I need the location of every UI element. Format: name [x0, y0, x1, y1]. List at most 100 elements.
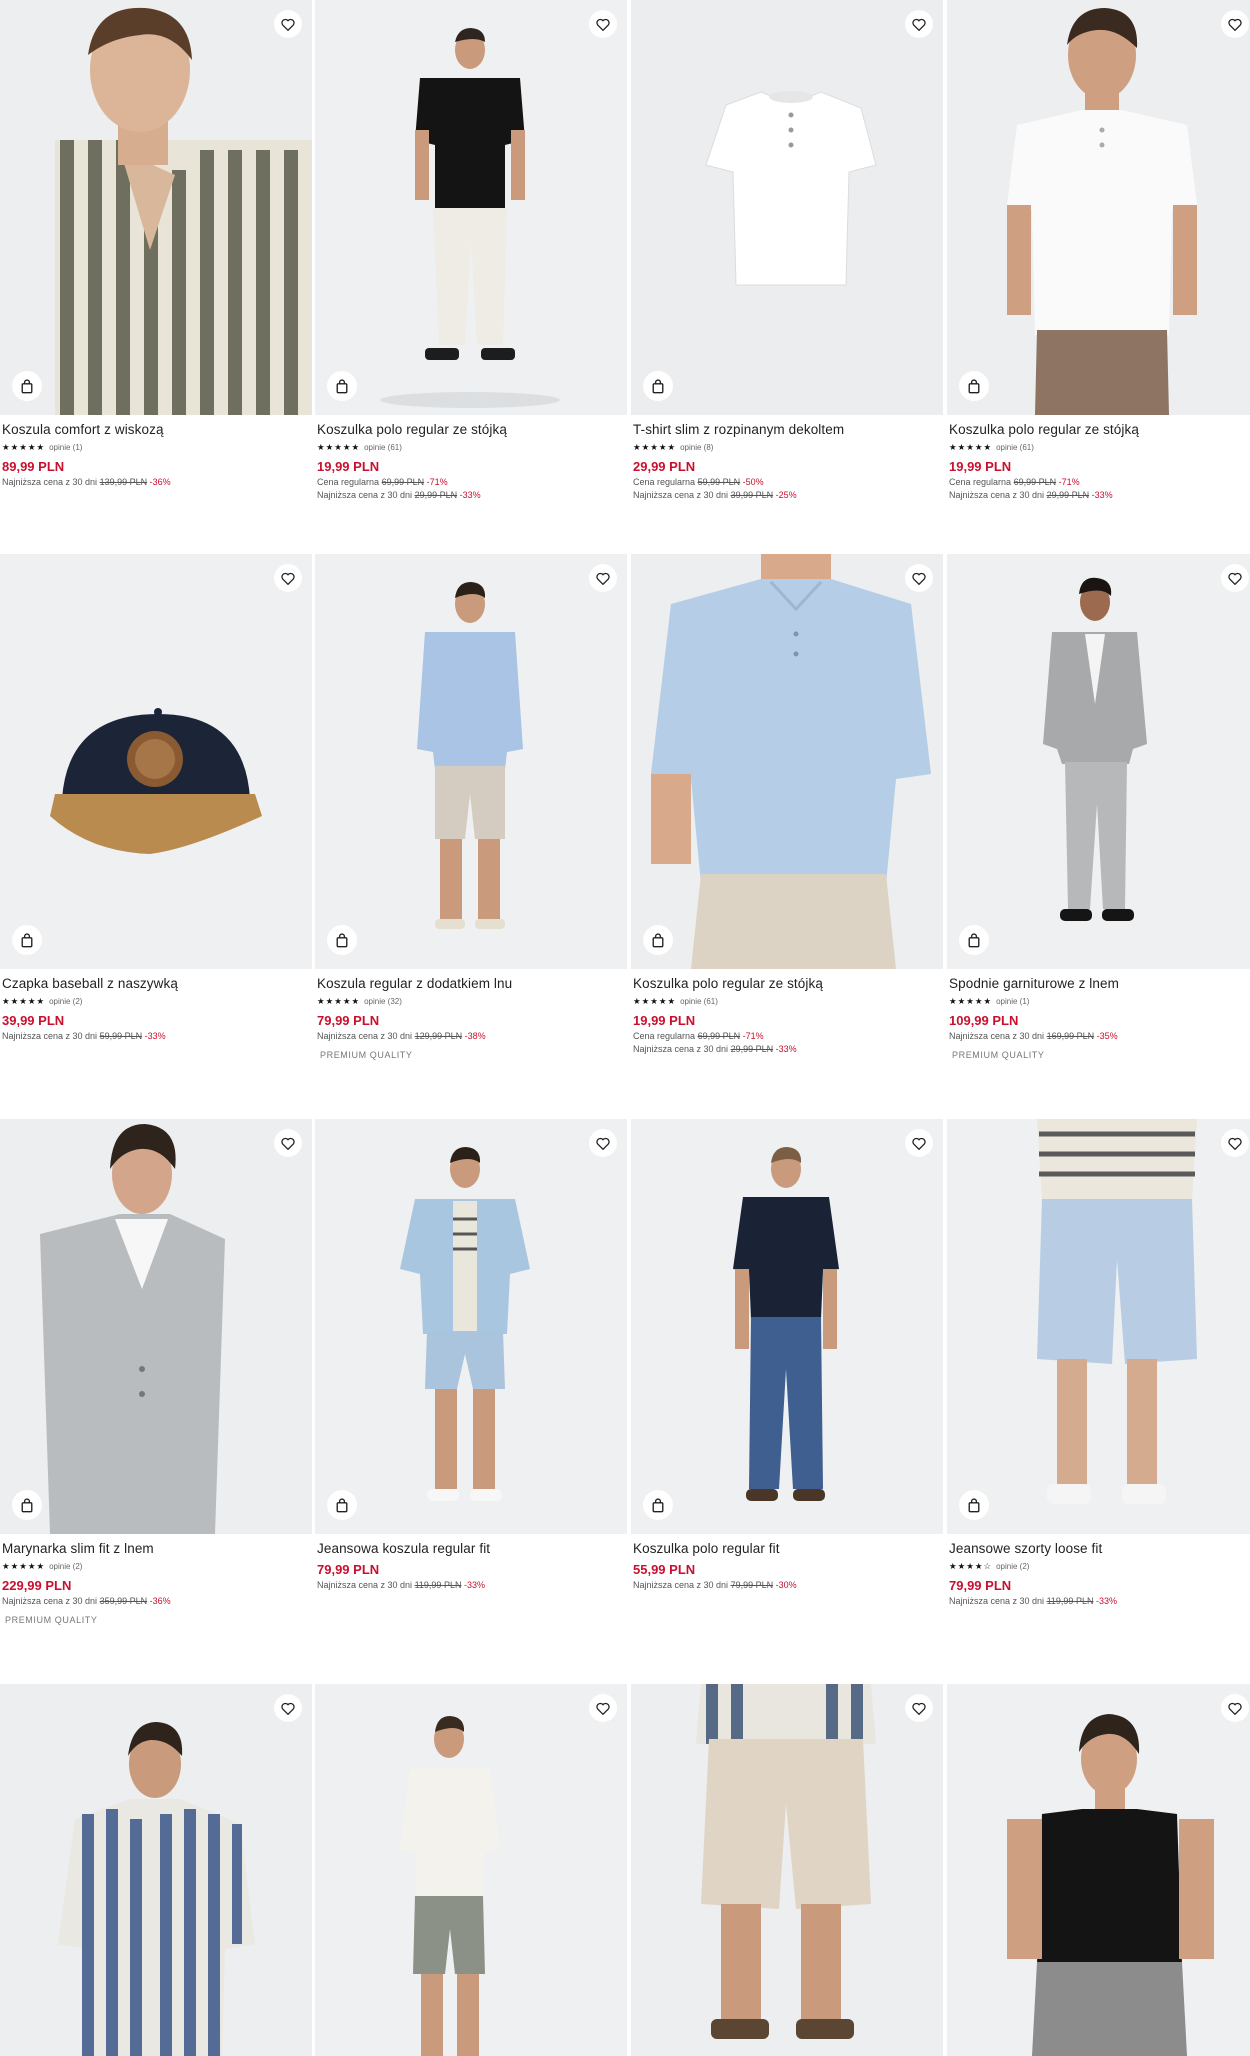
shopping-bag-icon	[336, 378, 348, 393]
add-to-wishlist-button[interactable]	[905, 1694, 933, 1722]
product-card[interactable]: Koszulka polo regular ze stójką ★★★★★ op…	[631, 554, 943, 1054]
add-to-wishlist-button[interactable]	[274, 1694, 302, 1722]
add-to-cart-button[interactable]	[959, 371, 989, 401]
add-to-wishlist-button[interactable]	[589, 10, 617, 38]
review-count[interactable]: opinie (8)	[680, 443, 713, 452]
lowest-price-info: Najniższa cena z 30 dni 139,99 PLN -36%	[2, 477, 171, 487]
add-to-cart-button[interactable]	[327, 371, 357, 401]
product-card[interactable]: Jeansowa koszula regular fit 79,99 PLN N…	[315, 1119, 627, 1590]
add-to-wishlist-button[interactable]	[274, 564, 302, 592]
add-to-wishlist-button[interactable]	[589, 564, 617, 592]
product-photo	[631, 0, 943, 415]
add-to-wishlist-button[interactable]	[905, 10, 933, 38]
review-count[interactable]: opinie (32)	[364, 997, 402, 1006]
product-card[interactable]: Koszula comfort z wiskozą ★★★★★ opinie (…	[0, 0, 312, 487]
star-icon: ★★★★★	[949, 995, 993, 1006]
product-name[interactable]: Koszula regular z dodatkiem lnu	[317, 976, 627, 993]
add-to-cart-button[interactable]	[12, 1490, 42, 1520]
star-icon: ★★★★★	[317, 441, 361, 452]
product-name[interactable]: Spodnie garniturowe z lnem	[949, 976, 1250, 993]
lowest-price-info: Najniższa cena z 30 dni 29,99 PLN -33%	[317, 490, 481, 500]
add-to-wishlist-button[interactable]	[1221, 564, 1249, 592]
product-image[interactable]	[631, 0, 943, 415]
product-card[interactable]	[0, 1684, 312, 2056]
product-name[interactable]: Jeansowa koszula regular fit	[317, 1541, 627, 1558]
product-card[interactable]: Marynarka slim fit z lnem ★★★★★ opinie (…	[0, 1119, 312, 1625]
product-image[interactable]	[947, 0, 1250, 415]
product-image[interactable]	[631, 1119, 943, 1534]
product-card[interactable]	[947, 1684, 1250, 2056]
add-to-wishlist-button[interactable]	[1221, 1129, 1249, 1157]
product-card[interactable]	[315, 1684, 627, 2056]
product-card[interactable]: Czapka baseball z naszywką ★★★★★ opinie …	[0, 554, 312, 1041]
product-card[interactable]: Koszulka polo regular fit 55,99 PLN Najn…	[631, 1119, 943, 1590]
product-image[interactable]	[0, 0, 312, 415]
review-count[interactable]: opinie (2)	[49, 997, 82, 1006]
add-to-cart-button[interactable]	[327, 1490, 357, 1520]
product-image[interactable]	[631, 1684, 943, 2056]
product-image[interactable]	[315, 1684, 627, 2056]
shopping-bag-icon	[968, 1497, 980, 1512]
product-name[interactable]: Koszulka polo regular ze stójką	[949, 422, 1250, 439]
product-name[interactable]: T-shirt slim z rozpinanym dekoltem	[633, 422, 943, 439]
product-card[interactable]: Koszula regular z dodatkiem lnu ★★★★★ op…	[315, 554, 627, 1060]
product-name[interactable]: Koszulka polo regular ze stójką	[317, 422, 627, 439]
add-to-wishlist-button[interactable]	[905, 1129, 933, 1157]
add-to-wishlist-button[interactable]	[589, 1129, 617, 1157]
lowest-price-info: Najniższa cena z 30 dni 359,99 PLN -36%	[2, 1596, 171, 1606]
product-photo	[315, 554, 627, 969]
product-rating: ★★★★★ opinie (2)	[2, 1560, 312, 1572]
product-card[interactable]: Jeansowe szorty loose fit ★★★★☆ opinie (…	[947, 1119, 1250, 1606]
product-name[interactable]: Koszulka polo regular fit	[633, 1541, 943, 1558]
add-to-cart-button[interactable]	[959, 925, 989, 955]
add-to-cart-button[interactable]	[643, 925, 673, 955]
review-count[interactable]: opinie (61)	[364, 443, 402, 452]
heart-icon	[912, 18, 926, 31]
product-name[interactable]: Jeansowe szorty loose fit	[949, 1541, 1250, 1558]
product-image[interactable]	[631, 554, 943, 969]
review-count[interactable]: opinie (61)	[680, 997, 718, 1006]
product-image[interactable]	[947, 554, 1250, 969]
add-to-cart-button[interactable]	[959, 1490, 989, 1520]
product-image[interactable]	[0, 554, 312, 969]
product-card[interactable]: Koszulka polo regular ze stójką ★★★★★ op…	[947, 0, 1250, 500]
product-rating: ★★★★★ opinie (1)	[2, 441, 312, 453]
product-name[interactable]: Koszulka polo regular ze stójką	[633, 976, 943, 993]
product-name[interactable]: Marynarka slim fit z lnem	[2, 1541, 312, 1558]
shopping-bag-icon	[652, 378, 664, 393]
star-icon: ★★★★★	[317, 995, 361, 1006]
product-image[interactable]	[947, 1119, 1250, 1534]
add-to-cart-button[interactable]	[12, 925, 42, 955]
add-to-wishlist-button[interactable]	[589, 1694, 617, 1722]
add-to-wishlist-button[interactable]	[1221, 10, 1249, 38]
product-photo	[947, 0, 1250, 415]
product-image[interactable]	[315, 554, 627, 969]
review-count[interactable]: opinie (1)	[49, 443, 82, 452]
product-name[interactable]: Koszula comfort z wiskozą	[2, 422, 312, 439]
review-count[interactable]: opinie (2)	[996, 1562, 1029, 1571]
product-name[interactable]: Czapka baseball z naszywką	[2, 976, 312, 993]
product-image[interactable]	[315, 0, 627, 415]
review-count[interactable]: opinie (61)	[996, 443, 1034, 452]
add-to-wishlist-button[interactable]	[1221, 1694, 1249, 1722]
heart-icon	[281, 18, 295, 31]
product-card[interactable]: T-shirt slim z rozpinanym dekoltem ★★★★★…	[631, 0, 943, 500]
add-to-cart-button[interactable]	[327, 925, 357, 955]
add-to-wishlist-button[interactable]	[274, 10, 302, 38]
add-to-wishlist-button[interactable]	[274, 1129, 302, 1157]
add-to-wishlist-button[interactable]	[905, 564, 933, 592]
add-to-cart-button[interactable]	[643, 371, 673, 401]
product-card[interactable]	[631, 1684, 943, 2056]
product-image[interactable]	[0, 1684, 312, 2056]
product-card[interactable]: Spodnie garniturowe z lnem ★★★★★ opinie …	[947, 554, 1250, 1060]
product-photo	[0, 554, 312, 969]
product-card[interactable]: Koszulka polo regular ze stójką ★★★★★ op…	[315, 0, 627, 500]
add-to-cart-button[interactable]	[12, 371, 42, 401]
review-count[interactable]: opinie (2)	[49, 1562, 82, 1571]
regular-price-info: Cena regularna 69,99 PLN -71%	[317, 477, 448, 487]
product-image[interactable]	[0, 1119, 312, 1534]
add-to-cart-button[interactable]	[643, 1490, 673, 1520]
product-image[interactable]	[947, 1684, 1250, 2056]
review-count[interactable]: opinie (1)	[996, 997, 1029, 1006]
product-image[interactable]	[315, 1119, 627, 1534]
